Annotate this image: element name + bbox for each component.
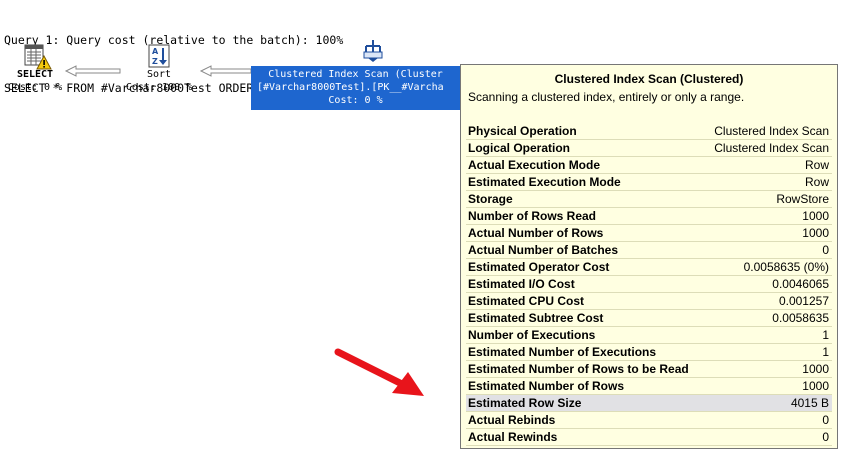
tooltip-row: Logical Operation Clustered Index Scan xyxy=(466,140,832,157)
tooltip-row-key: Estimated I/O Cost xyxy=(468,277,575,291)
tooltip-row-value: RowStore xyxy=(776,192,829,206)
tooltip-row-key: Actual Execution Mode xyxy=(468,158,601,172)
tooltip-row-value: Clustered Index Scan xyxy=(714,124,829,138)
svg-text:Z: Z xyxy=(152,57,158,66)
sort-label: Sort xyxy=(146,69,172,80)
tooltip-row-value: 4015 B xyxy=(790,396,829,410)
tooltip-row-key: Estimated Execution Mode xyxy=(468,175,621,189)
tooltip-row-value: Row xyxy=(804,175,829,189)
tooltip-row: Estimated Subtree Cost 0.0058635 xyxy=(466,310,832,327)
tooltip-description: Scanning a clustered index, entirely or … xyxy=(468,90,745,104)
tooltip-row-value: 0 xyxy=(822,413,829,427)
tooltip-row: Number of Executions 1 xyxy=(466,327,832,344)
tooltip-row: Estimated Execution Mode Row xyxy=(466,174,832,191)
tooltip-row-value: 1000 xyxy=(802,226,829,240)
flow-arrow-scan-to-sort xyxy=(199,65,252,77)
tooltip-title: Clustered Index Scan (Clustered) xyxy=(554,72,744,86)
tooltip-row-key: Estimated CPU Cost xyxy=(468,294,585,308)
tooltip-row: Estimated Number of Executions 1 xyxy=(466,344,832,361)
tooltip-row: Actual Rewinds 0 xyxy=(466,429,832,446)
tooltip-row: Estimated CPU Cost 0.001257 xyxy=(466,293,832,310)
tooltip-row-value: Clustered Index Scan xyxy=(714,141,829,155)
tooltip-row-value: 1000 xyxy=(802,209,829,223)
tooltip-properties: Physical Operation Clustered Index Scan Lo… xyxy=(466,123,832,446)
svg-text:A: A xyxy=(152,47,159,56)
tooltip-row: Physical Operation Clustered Index Scan xyxy=(466,123,832,140)
tooltip-row-key: Logical Operation xyxy=(468,141,571,155)
flow-arrow-sort-to-select xyxy=(64,65,121,77)
tooltip-row: Estimated Number of Rows 1000 xyxy=(466,378,832,395)
tooltip-row-value: 1000 xyxy=(802,379,829,393)
tooltip-row-value: 0.001257 xyxy=(778,294,829,308)
tooltip-row-value: 0.0058635 (0%) xyxy=(743,260,829,274)
tooltip-row-value: 1 xyxy=(822,328,829,342)
tooltip-row-key: Estimated Operator Cost xyxy=(468,260,610,274)
tooltip-row: Estimated Operator Cost 0.0058635 (0%) xyxy=(466,259,832,276)
tooltip-row-value: 0 xyxy=(822,430,829,444)
select-cost: Cost: 0 % xyxy=(7,82,63,93)
tooltip-row-key: Number of Rows Read xyxy=(468,209,597,223)
tooltip-row-value: Row xyxy=(804,158,829,172)
tooltip-row-value: 1000 xyxy=(802,362,829,376)
tooltip-row: Number of Rows Read 1000 xyxy=(466,208,832,225)
tooltip-row-value: 1 xyxy=(822,345,829,359)
scan-label-line1: Clustered Index Scan (Cluster xyxy=(268,69,443,80)
tooltip-row: Storage RowStore xyxy=(466,191,832,208)
tooltip-row-key: Actual Rebinds xyxy=(468,413,556,427)
tooltip-row: Actual Number of Rows 1000 xyxy=(466,225,832,242)
sort-cost: Cost: 100 % xyxy=(125,82,193,93)
tooltip-row-key: Number of Executions xyxy=(468,328,596,342)
tooltip-row-key: Estimated Number of Executions xyxy=(468,345,657,359)
tooltip-row: Estimated Number of Rows to be Read 1000 xyxy=(466,361,832,378)
tooltip-row: Estimated Row Size 4015 B xyxy=(466,395,832,412)
tooltip-row-value: 0.0058635 xyxy=(772,311,829,325)
clustered-index-scan-operator[interactable]: Clustered Index Scan (Cluster [#Varchar8… xyxy=(251,66,460,110)
tooltip-row-key: Physical Operation xyxy=(468,124,577,138)
operator-tooltip: Clustered Index Scan (Clustered) Scannin… xyxy=(460,64,838,449)
tooltip-row-key: Actual Number of Batches xyxy=(468,243,619,257)
tooltip-row: Actual Number of Batches 0 xyxy=(466,242,832,259)
tooltip-row-key: Actual Rewinds xyxy=(468,430,558,444)
scan-cost: Cost: 0 % xyxy=(328,95,383,106)
clustered-index-scan-icon xyxy=(362,38,384,62)
select-operator[interactable]: SELECT Cost: 0 % xyxy=(0,44,70,94)
tooltip-row-key: Estimated Number of Rows xyxy=(468,379,625,393)
sort-operator[interactable]: A Z Sort Cost: 100 % xyxy=(116,44,202,94)
query-cost-line: Query 1: Query cost (relative to the bat… xyxy=(4,33,344,47)
tooltip-row: Estimated I/O Cost 0.0046065 xyxy=(466,276,832,293)
select-warning-icon xyxy=(24,44,52,70)
tooltip-row-value: 0 xyxy=(822,243,829,257)
tooltip-row-key: Actual Number of Rows xyxy=(468,226,604,240)
tooltip-row-key: Storage xyxy=(468,192,513,206)
sort-az-icon: A Z xyxy=(148,44,170,68)
red-pointer-arrow xyxy=(334,348,424,396)
tooltip-row-key: Estimated Number of Rows to be Read xyxy=(468,362,689,376)
tooltip-row-key: Estimated Subtree Cost xyxy=(468,311,604,325)
tooltip-row-key: Estimated Row Size xyxy=(468,396,582,410)
tooltip-row: Actual Execution Mode Row xyxy=(466,157,832,174)
scan-label-line2: [#Varchar8000Test].[PK__#Varcha xyxy=(257,82,444,93)
tooltip-row-value: 0.0046065 xyxy=(772,277,829,291)
tooltip-row: Actual Rebinds 0 xyxy=(466,412,832,429)
